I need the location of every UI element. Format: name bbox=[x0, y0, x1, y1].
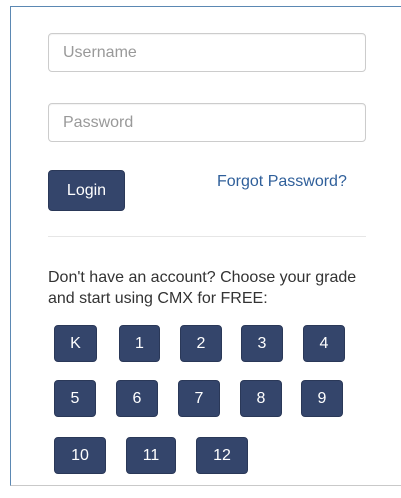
forgot-password-link[interactable]: Forgot Password? bbox=[217, 173, 347, 191]
grade-button-1[interactable]: 1 bbox=[119, 325, 160, 362]
signup-prompt: Don't have an account? Choose your grade… bbox=[48, 269, 357, 307]
grade-button-9[interactable]: 9 bbox=[301, 380, 343, 417]
password-input[interactable] bbox=[48, 103, 366, 142]
grade-button-8[interactable]: 8 bbox=[240, 380, 282, 417]
login-button[interactable]: Login bbox=[48, 170, 125, 211]
grade-button-6[interactable]: 6 bbox=[116, 380, 158, 417]
grade-button-3[interactable]: 3 bbox=[241, 325, 283, 362]
username-input[interactable] bbox=[48, 33, 366, 72]
grade-button-12[interactable]: 12 bbox=[196, 437, 248, 474]
grade-button-10[interactable]: 10 bbox=[54, 437, 106, 474]
grade-button-k[interactable]: K bbox=[54, 325, 97, 362]
grade-button-2[interactable]: 2 bbox=[180, 325, 222, 362]
grade-button-5[interactable]: 5 bbox=[54, 380, 96, 417]
divider bbox=[48, 236, 366, 237]
grade-button-11[interactable]: 11 bbox=[126, 437, 176, 474]
grade-button-4[interactable]: 4 bbox=[303, 325, 345, 362]
grade-button-7[interactable]: 7 bbox=[178, 380, 220, 417]
